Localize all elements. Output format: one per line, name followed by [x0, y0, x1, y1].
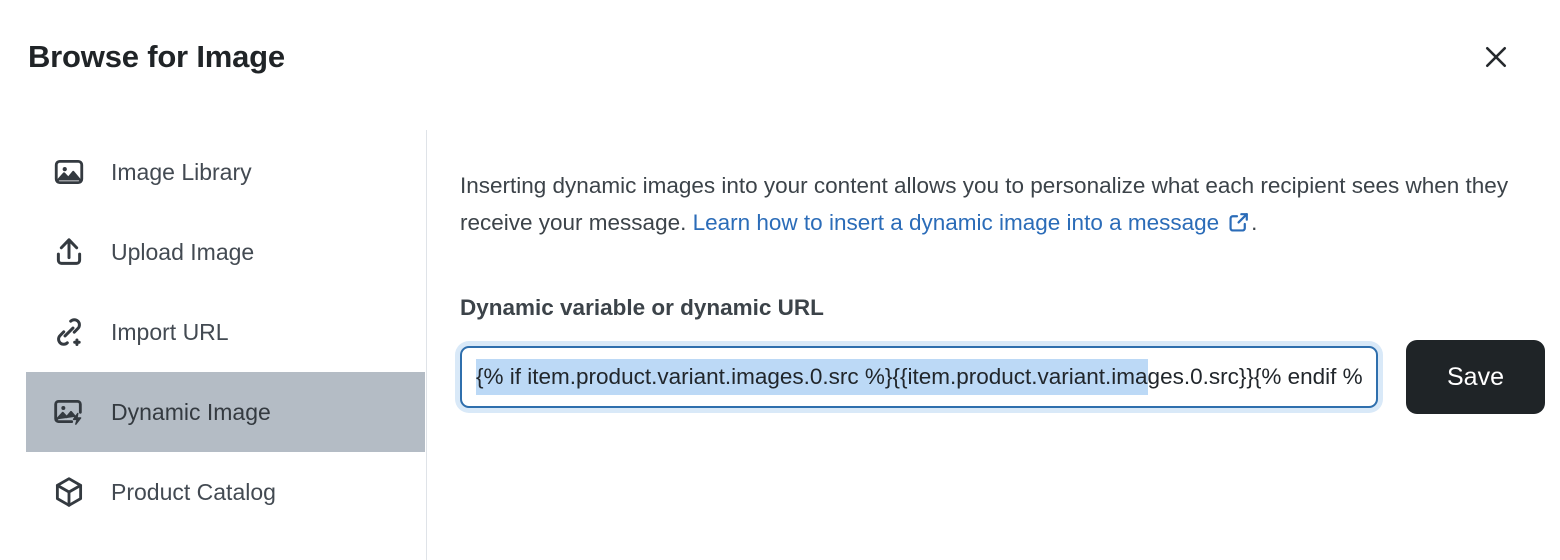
sidebar-item-label: Import URL — [111, 318, 229, 346]
image-icon — [49, 152, 89, 192]
close-button[interactable] — [1478, 40, 1514, 76]
dynamic-variable-input-wrapper[interactable]: {% if item.product.variant.images.0.src … — [460, 346, 1378, 408]
browse-for-image-modal: Browse for Image Ima — [0, 0, 1560, 560]
upload-icon — [49, 232, 89, 272]
cube-icon — [49, 472, 89, 512]
external-link-icon[interactable] — [1228, 207, 1250, 229]
sidebar-item-image-library[interactable]: Image Library — [26, 132, 425, 212]
modal-header: Browse for Image — [0, 0, 1560, 118]
sidebar-item-label: Dynamic Image — [111, 398, 271, 426]
sidebar-item-import-url[interactable]: Import URL — [26, 292, 425, 372]
content-pane: Inserting dynamic images into your conte… — [427, 118, 1560, 560]
save-button[interactable]: Save — [1406, 340, 1545, 414]
learn-more-link[interactable]: Learn how to insert a dynamic image into… — [693, 210, 1220, 235]
description-text: Inserting dynamic images into your conte… — [460, 167, 1510, 241]
dynamic-image-icon — [49, 392, 89, 432]
input-row: {% if item.product.variant.images.0.src … — [460, 346, 1545, 416]
sidebar-item-upload-image[interactable]: Upload Image — [26, 212, 425, 292]
sidebar-item-label: Upload Image — [111, 238, 254, 266]
sidebar-item-product-catalog[interactable]: Product Catalog — [26, 452, 425, 532]
link-add-icon — [49, 312, 89, 352]
description-after-link: . — [1251, 210, 1257, 235]
page-title: Browse for Image — [28, 36, 285, 78]
sidebar: Image Library Upload Image — [0, 118, 427, 560]
modal-body: Image Library Upload Image — [0, 118, 1560, 560]
dynamic-variable-label: Dynamic variable or dynamic URL — [460, 294, 824, 322]
close-icon — [1481, 42, 1511, 75]
sidebar-item-label: Product Catalog — [111, 478, 276, 506]
dynamic-variable-input[interactable] — [462, 348, 1376, 406]
sidebar-item-dynamic-image[interactable]: Dynamic Image — [26, 372, 425, 452]
sidebar-item-label: Image Library — [111, 158, 252, 186]
